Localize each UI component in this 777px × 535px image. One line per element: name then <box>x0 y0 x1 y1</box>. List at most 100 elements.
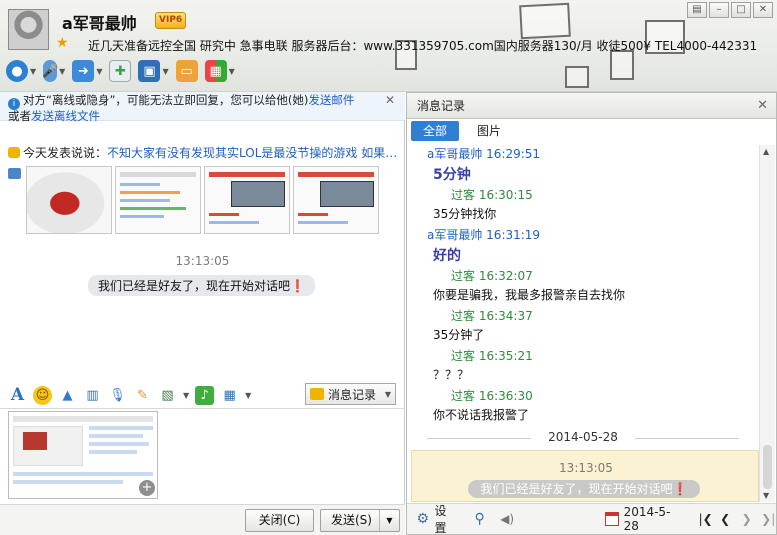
close-icon[interactable]: ✕ <box>757 93 768 119</box>
history-panel-header: 消息记录 ✕ <box>407 93 776 119</box>
create-group-button[interactable]: ✚ <box>109 60 132 82</box>
send-bar: 关闭(C) 发送(S) ▼ <box>0 504 405 535</box>
remote-assist-button[interactable]: ▣ ▼ <box>138 60 169 82</box>
scroll-down-icon[interactable]: ▼ <box>763 491 769 500</box>
history-message-body: 5分钟 <box>433 167 471 183</box>
transfer-file-button[interactable]: ➜ ▼ <box>72 60 102 82</box>
history-message-header: 过客 16:35:21 <box>451 349 533 363</box>
notice-text: 对方“离线或隐身”，可能无法立即回复，您可以给他(她) <box>23 93 309 107</box>
avatar[interactable] <box>8 9 49 50</box>
history-message-header: 过客 16:34:37 <box>451 309 533 323</box>
message-history-label: 消息记录 <box>328 387 377 402</box>
history-message-list[interactable]: a军哥最帅 16:29:51 5分钟 过客 16:30:15 35分钟找你 a军哥最帅 … <box>407 145 759 450</box>
message-history-panel: 消息记录 ✕ 全部 图片 a军哥最帅 16:29:51 5分钟过客 16:30:1… <box>406 92 777 535</box>
chevron-down-icon: ▼ <box>384 389 391 399</box>
history-message-body: ？？？ <box>433 368 470 382</box>
zoom-in-icon[interactable]: + <box>139 480 155 496</box>
message-timestamp: 13:13:05 <box>175 254 230 268</box>
minimize-button[interactable]: – <box>709 2 729 18</box>
history-icon <box>310 388 324 400</box>
last-page-icon[interactable]: ❯| <box>760 511 776 527</box>
share-screen-button[interactable]: ▭ <box>175 60 198 82</box>
chat-group-icon: ✚ <box>109 60 132 82</box>
chevron-down-icon[interactable]: ▼ <box>245 391 251 400</box>
search-icon[interactable]: ⚲ <box>472 511 488 527</box>
skin-button[interactable]: ▤ <box>687 2 707 18</box>
apps-icon: ▦ <box>204 60 227 82</box>
scroll-thumb[interactable] <box>763 445 772 489</box>
send-button[interactable]: 发送(S) ▼ <box>320 509 400 532</box>
send-offline-file-link[interactable]: 发送离线文件 <box>31 109 100 123</box>
history-system-time: 13:13:05 <box>559 461 613 475</box>
voice-call-button[interactable]: 🎤 ▼ <box>42 60 65 82</box>
photo-thumbnail[interactable] <box>26 166 112 234</box>
voice-call-icon: 🎤 <box>42 60 58 82</box>
chevron-down-icon: ▼ <box>96 66 103 76</box>
title-bar: a军哥最帅 VIP6 ★ 近几天准备远控全国 研究中 急事电联 服务器后台：ww… <box>0 0 777 92</box>
close-window-button[interactable]: ✕ <box>753 2 773 18</box>
send-mail-link[interactable]: 发送邮件 <box>308 93 354 107</box>
send-image-icon[interactable]: ▦ <box>220 386 239 405</box>
chevron-down-icon[interactable]: ▼ <box>183 391 189 400</box>
history-system-message: 13:13:05 我们已经是好友了，现在开始对话吧❗ <box>411 450 759 502</box>
next-page-icon[interactable]: ❯ <box>739 511 755 527</box>
history-panel-title: 消息记录 <box>417 99 466 113</box>
close-icon[interactable]: ✕ <box>385 94 395 107</box>
contact-signature: 近几天准备远控全国 研究中 急事电联 服务器后台：www.331359705.c… <box>88 39 758 53</box>
history-footer: ⚙ 设置 ⚲ ◀) 2014-5-28 |❮ ❮ ❯ ❯| <box>407 502 776 535</box>
music-share-icon[interactable]: ♪ <box>195 385 215 405</box>
send-options-icon[interactable]: ▼ <box>379 510 399 531</box>
scroll-up-icon[interactable]: ▲ <box>763 147 769 156</box>
draft-image-attachment[interactable]: + <box>8 411 158 499</box>
calendar-icon[interactable] <box>604 512 619 526</box>
photo-thumbnail[interactable] <box>293 166 379 234</box>
history-message-header: a军哥最帅 16:29:51 <box>427 147 541 161</box>
chat-panel: i 对方“离线或隐身”，可能无法立即回复，您可以给他(她)发送邮件 或者发送离线文… <box>0 92 405 535</box>
close-button[interactable]: 关闭(C) <box>245 509 314 532</box>
settings-label[interactable]: 设置 <box>435 502 458 535</box>
vip-badge[interactable]: VIP6 <box>155 12 187 29</box>
notice-text-or: 或者 <box>8 109 31 123</box>
emoji-icon[interactable]: ☺ <box>33 385 52 405</box>
input-toolbar: A ☺ ▲ ▥ 🎙 ✎ ▧ ▼ ♪ ▦ ▼ 消息记录 ▼ <box>0 382 405 408</box>
photo-strip <box>8 166 379 234</box>
maximize-button[interactable]: □ <box>731 2 751 18</box>
previous-page-icon[interactable]: ❮ <box>717 511 733 527</box>
message-input[interactable]: + <box>0 408 405 504</box>
message-history-button[interactable]: 消息记录 ▼ <box>305 383 396 405</box>
screenshot-icon[interactable]: ▧ <box>158 386 177 405</box>
handwriting-icon[interactable]: ✎ <box>133 386 152 405</box>
gear-icon[interactable]: ⚙ <box>415 511 431 527</box>
history-message-body: 你要是骗我，我最多报警亲自去找你 <box>433 288 626 302</box>
voice-message-icon[interactable]: 🎙 <box>108 386 127 405</box>
font-icon[interactable]: A <box>8 385 27 405</box>
speaker-icon[interactable]: ◀) <box>499 511 515 527</box>
history-message-header: 过客 16:36:30 <box>451 389 533 403</box>
video-call-icon: ● <box>6 60 28 82</box>
first-page-icon[interactable]: |❮ <box>698 511 714 527</box>
transfer-file-icon: ➜ <box>72 60 95 82</box>
apps-button[interactable]: ▦ ▼ <box>204 60 235 82</box>
history-message-header: 过客 16:32:07 <box>451 269 533 283</box>
photo-thumbnail[interactable] <box>115 166 201 234</box>
tab-pictures[interactable]: 图片 <box>465 121 513 141</box>
tab-all[interactable]: 全部 <box>411 121 460 141</box>
history-message-body: 你不说话我报警了 <box>433 408 530 422</box>
background-sketch-frame <box>565 66 589 88</box>
history-scrollbar[interactable]: ▲ ▼ <box>759 145 775 502</box>
history-message-body: 好的 <box>433 248 461 264</box>
history-message-header: 过客 16:30:15 <box>451 188 533 202</box>
chevron-down-icon: ▼ <box>228 66 235 76</box>
magic-expression-icon[interactable]: ▲ <box>58 386 77 405</box>
photo-thumbnail[interactable] <box>204 166 290 234</box>
date-separator: 2014-05-28 <box>407 430 759 446</box>
history-message-body: 35分钟了 <box>433 328 485 342</box>
send-button-label: 发送(S) <box>331 513 372 527</box>
history-date[interactable]: 2014-5-28 <box>624 505 684 533</box>
mood-text[interactable]: 不知大家有没有发现其实LOL是最没节操的游戏 如果… <box>107 146 397 160</box>
star-icon[interactable]: ★ <box>56 35 69 51</box>
mood-prefix: 今天发表说说： <box>23 146 108 160</box>
video-call-button[interactable]: ● ▼ <box>6 60 36 82</box>
mood-status[interactable]: 今天发表说说：不知大家有没有发现其实LOL是最没节操的游戏 如果… <box>8 144 400 161</box>
video-clip-icon[interactable]: ▥ <box>83 386 102 405</box>
